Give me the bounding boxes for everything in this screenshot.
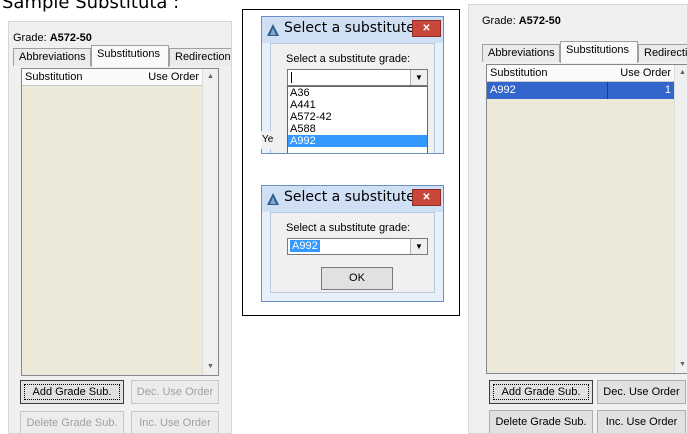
add-grade-sub-button[interactable]: Add Grade Sub. <box>489 380 593 404</box>
add-grade-sub-button[interactable]: Add Grade Sub. <box>20 380 124 404</box>
substitution-list[interactable]: Substitution Use Order A992 1 ▲ ▼ <box>486 64 687 374</box>
dialog-title-bar: Select a substitute... ✕ <box>262 17 443 43</box>
substitute-dialog-open: Select a substitute... ✕ Select a substi… <box>261 16 444 154</box>
option-a441[interactable]: A441 <box>288 99 427 111</box>
column-use-order[interactable]: Use Order <box>148 71 199 83</box>
add-grade-sub-label: Add Grade Sub. <box>501 386 581 398</box>
dec-use-order-button[interactable]: Dec. Use Order <box>597 380 686 404</box>
right-grade-panel: Grade: A572-50 Abbreviations Substitutio… <box>468 4 688 434</box>
list-scrollbar[interactable]: ▲ ▼ <box>202 69 218 375</box>
prompt-label: Select a substitute grade: <box>286 222 411 234</box>
prompt-label: Select a substitute grade: <box>286 53 411 65</box>
grade-combobox[interactable]: A992 ▼ <box>287 238 428 255</box>
column-substitution[interactable]: Substitution <box>25 71 82 83</box>
dialog-title-bar: Select a substitute... ✕ <box>262 186 443 212</box>
dec-use-order-button[interactable]: Dec. Use Order <box>131 380 219 404</box>
grade-options-list[interactable]: A36 A441 A572-42 A588 A992 <box>287 86 428 153</box>
list-header: Substitution Use Order <box>487 65 675 82</box>
left-grade-panel: Grade: A572-50 Abbreviations Substitutio… <box>8 21 232 434</box>
grade-combobox[interactable]: ▼ <box>287 69 428 86</box>
dialog-body: Select a substitute grade: ▼ A36 A441 A5… <box>270 43 435 153</box>
dialog-body: Select a substitute grade: A992 ▼ OK <box>270 212 435 293</box>
delete-grade-sub-button[interactable]: Delete Grade Sub. <box>20 411 124 433</box>
figure-caption: Sample Substituta : <box>2 0 180 13</box>
tab-substitutions[interactable]: Substitutions <box>91 45 169 67</box>
close-icon[interactable]: ✕ <box>412 189 441 206</box>
grade-label: Grade: <box>13 32 47 44</box>
tab-redirections[interactable]: Redirections <box>638 44 687 62</box>
tab-abbreviations[interactable]: Abbreviations <box>13 48 91 66</box>
add-grade-sub-label: Add Grade Sub. <box>32 386 112 398</box>
substitution-list[interactable]: Substitution Use Order ▲ ▼ <box>21 68 219 376</box>
grade-value: A572-50 <box>518 15 561 27</box>
option-a572-42[interactable]: A572-42 <box>288 111 427 123</box>
inc-use-order-button[interactable]: Inc. Use Order <box>131 411 219 433</box>
grade-heading: Grade: A572-50 <box>482 15 561 27</box>
scroll-down-icon[interactable]: ▼ <box>203 359 218 375</box>
list-header: Substitution Use Order <box>22 69 203 86</box>
dialog-title: Select a substitute... <box>284 20 429 36</box>
combo-value: A992 <box>290 240 320 252</box>
inc-use-order-button[interactable]: Inc. Use Order <box>597 410 686 433</box>
chevron-down-icon[interactable]: ▼ <box>410 70 427 85</box>
tab-strip: Abbreviations Substitutions Redirections <box>482 40 687 63</box>
grade-label: Grade: <box>482 15 516 27</box>
option-a588[interactable]: A588 <box>288 123 427 135</box>
fragment-text: Ye <box>262 134 274 145</box>
option-a36[interactable]: A36 <box>288 87 427 99</box>
app-logo-icon <box>267 193 279 205</box>
column-use-order[interactable]: Use Order <box>620 67 671 79</box>
background-window-fragment: Ye <box>261 131 283 149</box>
substitute-dialog-selected: Select a substitute... ✕ Select a substi… <box>261 185 444 302</box>
scroll-up-icon[interactable]: ▲ <box>675 65 687 81</box>
close-icon[interactable]: ✕ <box>412 20 441 37</box>
tab-strip: Abbreviations Substitutions Redirections <box>13 44 231 67</box>
scroll-down-icon[interactable]: ▼ <box>675 357 687 373</box>
text-caret <box>291 72 292 83</box>
tab-abbreviations[interactable]: Abbreviations <box>482 44 560 62</box>
app-logo-icon <box>267 24 279 36</box>
tab-redirections[interactable]: Redirections <box>169 48 231 66</box>
grade-value: A572-50 <box>49 32 92 44</box>
scroll-up-icon[interactable]: ▲ <box>203 69 218 85</box>
tab-substitutions[interactable]: Substitutions <box>560 41 638 63</box>
ok-button[interactable]: OK <box>321 267 393 290</box>
chevron-down-icon[interactable]: ▼ <box>410 239 427 254</box>
table-row[interactable]: A992 1 <box>487 82 675 99</box>
column-substitution[interactable]: Substitution <box>490 67 547 79</box>
list-scrollbar[interactable]: ▲ ▼ <box>674 65 687 373</box>
option-a992[interactable]: A992 <box>288 135 427 147</box>
cell-use-order: 1 <box>664 84 671 96</box>
delete-grade-sub-button[interactable]: Delete Grade Sub. <box>489 410 593 433</box>
grade-heading: Grade: A572-50 <box>13 32 92 44</box>
dialog-title: Select a substitute... <box>284 189 429 205</box>
column-divider <box>607 82 608 99</box>
cell-substitution: A992 <box>490 84 516 96</box>
